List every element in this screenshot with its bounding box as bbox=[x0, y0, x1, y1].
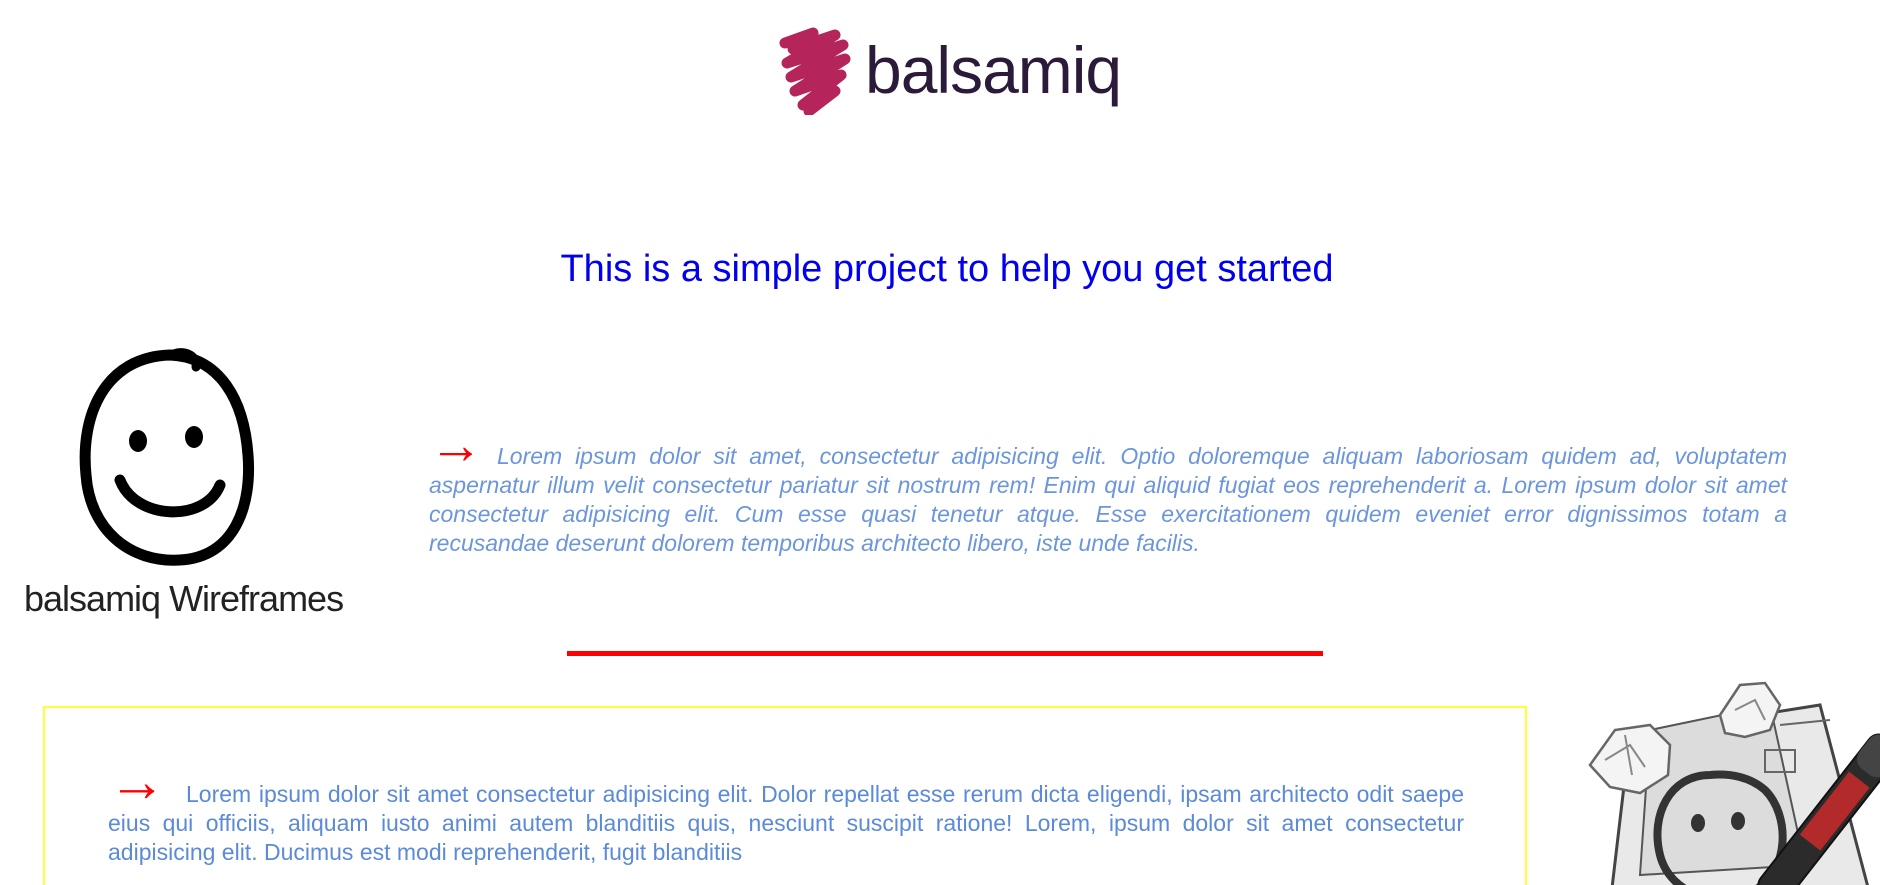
balsamiq-scribble-icon bbox=[779, 27, 851, 115]
brand-name: balsamiq bbox=[865, 32, 1122, 107]
intro-paragraph: → Lorem ipsum dolor sit amet, consectetur… bbox=[429, 415, 1787, 558]
balsamiq-editor-app-icon bbox=[1588, 681, 1880, 885]
wireframes-caption-text: balsamiq Wireframes bbox=[24, 578, 344, 619]
red-arrow-icon: → bbox=[108, 749, 166, 814]
page: balsamiq This is a simple project to hel… bbox=[0, 0, 1896, 885]
red-arrow-icon: → bbox=[429, 415, 483, 475]
box-paragraph-text: Lorem ipsum dolor sit amet consectetur a… bbox=[108, 781, 1464, 865]
wireframes-caption: balsamiq Wireframes bbox=[24, 578, 344, 620]
box-paragraph: → Lorem ipsum dolor sit amet consectetur … bbox=[108, 749, 1464, 867]
intro-paragraph-text: Lorem ipsum dolor sit amet, consectetur … bbox=[429, 443, 1787, 556]
red-divider bbox=[567, 651, 1323, 656]
balsamiq-logo: balsamiq bbox=[765, 22, 1122, 117]
page-headline: This is a simple project to help you get… bbox=[560, 248, 1334, 290]
